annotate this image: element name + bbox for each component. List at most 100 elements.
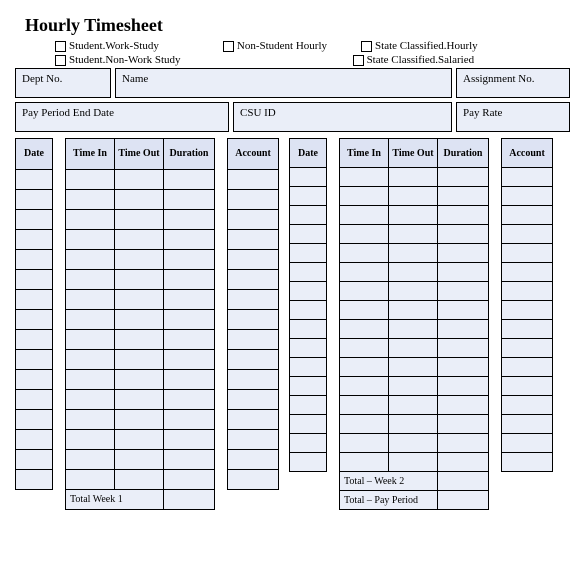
- cell-date[interactable]: [290, 339, 327, 358]
- cell-account[interactable]: [502, 263, 553, 282]
- dept-no-field[interactable]: Dept No.: [15, 68, 111, 98]
- cell-account[interactable]: [228, 189, 279, 209]
- cell-timein[interactable]: [66, 309, 115, 329]
- cell-duration[interactable]: [164, 469, 215, 489]
- cell-date[interactable]: [290, 396, 327, 415]
- cell-timein[interactable]: [66, 409, 115, 429]
- assignment-no-field[interactable]: Assignment No.: [456, 68, 570, 98]
- cell-account[interactable]: [502, 339, 553, 358]
- cell-timeout[interactable]: [389, 377, 438, 396]
- cell-timein[interactable]: [66, 329, 115, 349]
- cell-date[interactable]: [290, 263, 327, 282]
- cell-duration[interactable]: [164, 209, 215, 229]
- check-non-student-hourly[interactable]: Non-Student Hourly: [223, 40, 327, 52]
- cell-account[interactable]: [502, 282, 553, 301]
- cell-duration[interactable]: [164, 229, 215, 249]
- cell-account[interactable]: [228, 429, 279, 449]
- cell-timein[interactable]: [66, 449, 115, 469]
- cell-duration[interactable]: [164, 429, 215, 449]
- cell-timeout[interactable]: [389, 415, 438, 434]
- cell-timein[interactable]: [340, 434, 389, 453]
- cell-timeout[interactable]: [115, 209, 164, 229]
- cell-timein[interactable]: [340, 415, 389, 434]
- cell-account[interactable]: [228, 169, 279, 189]
- cell-timeout[interactable]: [115, 189, 164, 209]
- cell-duration[interactable]: [438, 282, 489, 301]
- cell-timein[interactable]: [340, 244, 389, 263]
- cell-timeout[interactable]: [389, 434, 438, 453]
- cell-duration[interactable]: [438, 453, 489, 472]
- cell-timeout[interactable]: [115, 229, 164, 249]
- cell-date[interactable]: [16, 249, 53, 269]
- cell-duration[interactable]: [164, 369, 215, 389]
- cell-duration[interactable]: [438, 187, 489, 206]
- cell-timeout[interactable]: [389, 225, 438, 244]
- cell-timein[interactable]: [340, 282, 389, 301]
- cell-timein[interactable]: [66, 469, 115, 489]
- cell-account[interactable]: [228, 249, 279, 269]
- total-payperiod-value[interactable]: [438, 491, 489, 510]
- cell-account[interactable]: [502, 377, 553, 396]
- cell-timeout[interactable]: [389, 301, 438, 320]
- cell-timeout[interactable]: [115, 309, 164, 329]
- cell-date[interactable]: [290, 434, 327, 453]
- cell-timeout[interactable]: [389, 320, 438, 339]
- cell-account[interactable]: [502, 301, 553, 320]
- cell-timein[interactable]: [340, 453, 389, 472]
- cell-date[interactable]: [290, 301, 327, 320]
- cell-timein[interactable]: [340, 225, 389, 244]
- cell-date[interactable]: [16, 449, 53, 469]
- cell-date[interactable]: [290, 168, 327, 187]
- cell-account[interactable]: [228, 369, 279, 389]
- cell-duration[interactable]: [438, 301, 489, 320]
- cell-timein[interactable]: [66, 209, 115, 229]
- cell-duration[interactable]: [164, 189, 215, 209]
- cell-duration[interactable]: [438, 415, 489, 434]
- cell-account[interactable]: [502, 453, 553, 472]
- cell-date[interactable]: [16, 209, 53, 229]
- cell-account[interactable]: [502, 244, 553, 263]
- check-state-classified-hourly[interactable]: State Classified.Hourly: [361, 40, 478, 52]
- cell-duration[interactable]: [438, 339, 489, 358]
- cell-timein[interactable]: [340, 339, 389, 358]
- cell-duration[interactable]: [438, 244, 489, 263]
- cell-timeout[interactable]: [115, 429, 164, 449]
- cell-account[interactable]: [228, 409, 279, 429]
- cell-date[interactable]: [16, 369, 53, 389]
- cell-timeout[interactable]: [389, 244, 438, 263]
- cell-account[interactable]: [502, 396, 553, 415]
- cell-account[interactable]: [502, 225, 553, 244]
- cell-timeout[interactable]: [115, 469, 164, 489]
- cell-date[interactable]: [16, 429, 53, 449]
- cell-timeout[interactable]: [115, 449, 164, 469]
- cell-timeout[interactable]: [115, 349, 164, 369]
- cell-timeout[interactable]: [389, 206, 438, 225]
- cell-date[interactable]: [16, 469, 53, 489]
- cell-duration[interactable]: [164, 389, 215, 409]
- cell-timein[interactable]: [340, 396, 389, 415]
- cell-timeout[interactable]: [115, 389, 164, 409]
- cell-timeout[interactable]: [115, 369, 164, 389]
- cell-timeout[interactable]: [389, 263, 438, 282]
- cell-duration[interactable]: [164, 249, 215, 269]
- cell-account[interactable]: [502, 206, 553, 225]
- cell-duration[interactable]: [438, 206, 489, 225]
- cell-duration[interactable]: [438, 434, 489, 453]
- cell-account[interactable]: [228, 209, 279, 229]
- cell-duration[interactable]: [164, 329, 215, 349]
- cell-timein[interactable]: [340, 301, 389, 320]
- cell-date[interactable]: [290, 244, 327, 263]
- check-state-classified-salaried[interactable]: State Classified.Salaried: [353, 54, 475, 66]
- name-field[interactable]: Name: [115, 68, 452, 98]
- cell-date[interactable]: [16, 409, 53, 429]
- total-week1-value[interactable]: [164, 489, 215, 509]
- cell-account[interactable]: [228, 309, 279, 329]
- cell-date[interactable]: [290, 206, 327, 225]
- cell-date[interactable]: [290, 320, 327, 339]
- cell-timeout[interactable]: [115, 269, 164, 289]
- cell-date[interactable]: [290, 358, 327, 377]
- cell-timein[interactable]: [340, 358, 389, 377]
- cell-duration[interactable]: [164, 449, 215, 469]
- cell-account[interactable]: [502, 187, 553, 206]
- cell-timeout[interactable]: [389, 453, 438, 472]
